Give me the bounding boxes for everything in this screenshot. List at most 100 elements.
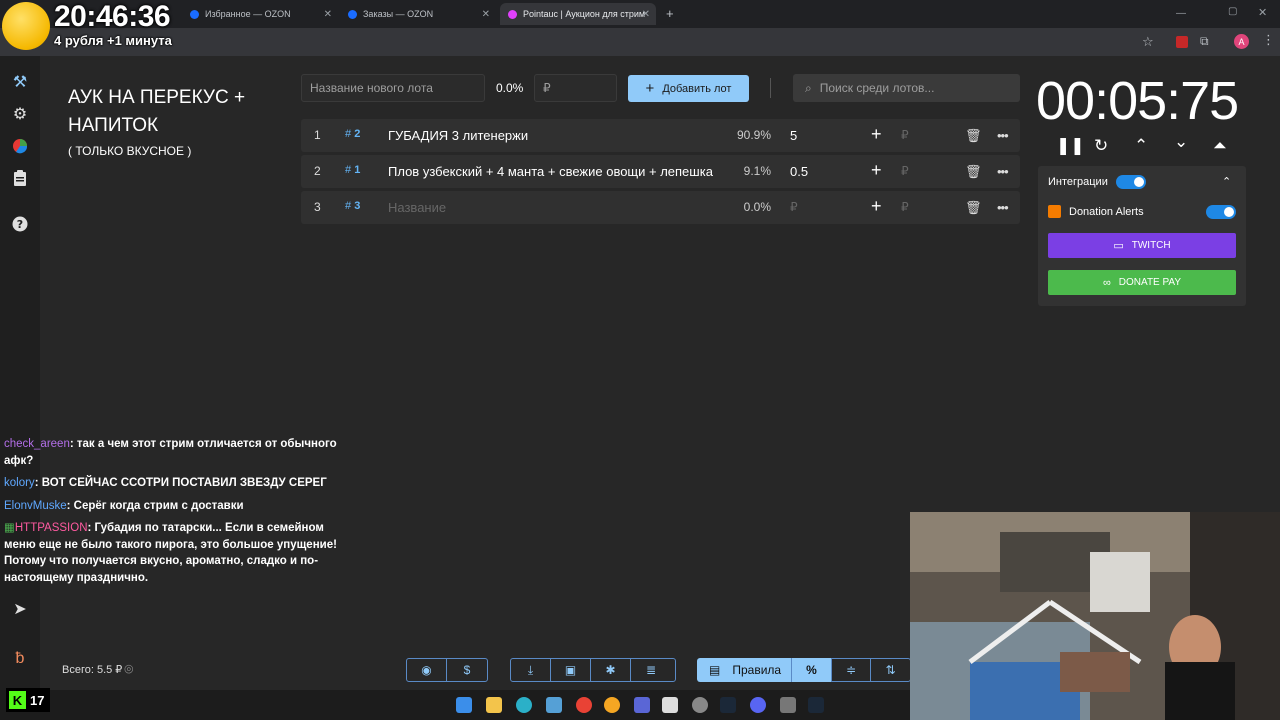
lot-name[interactable]: ГУБАДИЯ 3 литенержи bbox=[388, 128, 723, 143]
lot-row: 1 # 2 ГУБАДИЯ 3 литенержи 90.9% 5 + ₽ 🗑 … bbox=[301, 119, 1020, 152]
pie-chart-icon[interactable] bbox=[10, 136, 30, 156]
chrome-icon[interactable] bbox=[576, 697, 592, 713]
ruble-input[interactable]: ₽ bbox=[901, 128, 909, 142]
chevron-down-icon[interactable]: ⌄ bbox=[1174, 132, 1188, 152]
new-tab-button[interactable]: + bbox=[666, 6, 674, 21]
steam-alt-icon[interactable] bbox=[808, 697, 824, 713]
page-subtitle: ( ТОЛЬКО ВКУСНОЕ ) bbox=[68, 144, 192, 158]
lot-amount[interactable]: 5 bbox=[790, 128, 797, 143]
download-icon[interactable]: ⤓ bbox=[511, 659, 551, 681]
close-icon[interactable]: ✕ bbox=[642, 9, 650, 20]
lot-row: 3 # 3 Название 0.0% ₽ + ₽ 🗑 ••• bbox=[301, 191, 1020, 224]
puzzle-icon[interactable]: ⧉ bbox=[1200, 34, 1209, 49]
telegram-icon[interactable]: ➤ bbox=[10, 599, 30, 619]
kebab-menu-icon[interactable]: ⋮ bbox=[1262, 32, 1275, 48]
overlay-clock: 20:46:36 bbox=[54, 0, 171, 33]
trash-icon[interactable]: 🗑 bbox=[965, 200, 982, 216]
chat-text: Серёг когда стрим с доставки bbox=[73, 499, 244, 512]
github-icon[interactable]: ◉ bbox=[407, 659, 447, 681]
search-icon: ⌕ bbox=[805, 80, 812, 95]
close-icon[interactable]: ✕ bbox=[324, 9, 332, 20]
pause-icon[interactable]: ❚❚ bbox=[1056, 136, 1085, 156]
clipboard-icon[interactable] bbox=[10, 168, 30, 188]
close-icon[interactable]: ✕ bbox=[482, 9, 490, 20]
tab-pointauc[interactable]: Pointauc | Аукцион для стриме ✕ bbox=[500, 3, 656, 25]
chevron-up-icon[interactable]: ⌃ bbox=[1134, 136, 1148, 156]
more-icon[interactable]: ••• bbox=[997, 164, 1009, 179]
more-icon[interactable]: ••• bbox=[997, 128, 1009, 143]
percent-button[interactable]: % bbox=[791, 658, 831, 682]
settings-icon[interactable]: ⚙ bbox=[10, 104, 30, 124]
auction-icon[interactable]: ⚒ bbox=[10, 72, 30, 92]
star-icon[interactable]: ☆ bbox=[1142, 34, 1154, 50]
new-lot-name-input[interactable]: Название нового лота bbox=[301, 74, 485, 102]
lot-amount[interactable]: ₽ bbox=[790, 200, 798, 214]
add-amount-icon[interactable]: + bbox=[871, 124, 882, 145]
double-chevron-up-icon[interactable]: ⏶ bbox=[1213, 136, 1227, 156]
tab-ozon-orders[interactable]: Заказы — OZON ✕ bbox=[340, 3, 496, 25]
sort-icon[interactable]: ⇅ bbox=[871, 659, 910, 681]
lot-id: # 3 bbox=[345, 200, 361, 212]
minimize-icon[interactable]: — bbox=[1176, 8, 1186, 19]
settings-app-icon[interactable] bbox=[692, 697, 708, 713]
app-icon[interactable] bbox=[662, 697, 678, 713]
trash-icon[interactable]: 🗑 bbox=[965, 164, 982, 180]
lot-number: 3 bbox=[314, 200, 321, 214]
donation-alerts-label: Donation Alerts bbox=[1069, 206, 1144, 218]
stats-icon[interactable] bbox=[634, 697, 650, 713]
new-lot-amount-input[interactable]: ₽ bbox=[534, 74, 617, 102]
compress-icon[interactable]: ≑ bbox=[832, 659, 872, 681]
twitch-button[interactable]: ▭ TWITCH bbox=[1048, 233, 1236, 258]
discord-icon[interactable] bbox=[750, 697, 766, 713]
donation-alerts-toggle[interactable] bbox=[1206, 205, 1236, 219]
lot-id: # 2 bbox=[345, 128, 361, 140]
new-lot-percent: 0.0% bbox=[496, 81, 524, 95]
maximize-icon[interactable]: ▢ bbox=[1228, 6, 1237, 17]
chat-username: HTTPASSION bbox=[14, 522, 88, 534]
bug-icon[interactable]: ✱ bbox=[591, 659, 631, 681]
clear-list-icon[interactable]: ≣ bbox=[631, 659, 671, 681]
windows-start-icon[interactable] bbox=[456, 697, 472, 713]
tab-ozon-favorites[interactable]: Избранное — OZON ✕ bbox=[182, 3, 338, 25]
profile-avatar[interactable]: A bbox=[1234, 34, 1249, 49]
tab-label: Избранное — OZON bbox=[205, 9, 291, 19]
ozon-icon bbox=[190, 9, 199, 19]
edge-icon[interactable] bbox=[516, 697, 532, 713]
total-amount: Всего: 5.5 ₽ bbox=[62, 664, 123, 676]
lot-id: # 1 bbox=[345, 164, 361, 176]
add-lot-button[interactable]: + Добавить лот bbox=[628, 75, 749, 102]
calculator-icon[interactable] bbox=[780, 697, 796, 713]
obs-icon[interactable] bbox=[604, 697, 620, 713]
extension-icon[interactable] bbox=[1176, 36, 1188, 48]
boosty-icon[interactable]: ƀ bbox=[10, 649, 30, 669]
telegram-app-icon[interactable] bbox=[546, 697, 562, 713]
help-icon[interactable]: ? bbox=[10, 214, 30, 234]
steam-icon[interactable] bbox=[720, 697, 736, 713]
ruble-input[interactable]: ₽ bbox=[901, 164, 909, 178]
more-icon[interactable]: ••• bbox=[997, 200, 1009, 215]
save-icon[interactable]: ▣ bbox=[551, 659, 591, 681]
overlay-subtitle: 4 рубля +1 минута bbox=[54, 33, 172, 48]
add-amount-icon[interactable]: + bbox=[871, 160, 882, 181]
hide-eye-icon[interactable]: ◎ bbox=[124, 662, 134, 675]
collapse-icon[interactable]: ⌃ bbox=[1222, 175, 1231, 188]
lot-amount[interactable]: 0.5 bbox=[790, 164, 808, 179]
restart-icon[interactable]: ↻ bbox=[1094, 136, 1108, 156]
add-amount-icon[interactable]: + bbox=[871, 196, 882, 217]
donation-alerts-icon bbox=[1048, 205, 1061, 218]
trash-icon[interactable]: 🗑 bbox=[965, 128, 982, 144]
twitch-icon: ▭ bbox=[1113, 240, 1124, 252]
lot-row: 2 # 1 Плов узбекский + 4 манта + свежие … bbox=[301, 155, 1020, 188]
donatepay-button[interactable]: ∞ DONATE PAY bbox=[1048, 270, 1236, 295]
search-input[interactable]: ⌕ Поиск среди лотов... bbox=[793, 74, 1020, 102]
browser-tab-bar: Избранное — OZON ✕ Заказы — OZON ✕ Point… bbox=[0, 0, 1280, 28]
chat-message: kolory: ВОТ СЕЙЧАС ССОТРИ ПОСТАВИЛ ЗВЕЗД… bbox=[4, 477, 327, 489]
file-explorer-icon[interactable] bbox=[486, 697, 502, 713]
close-window-icon[interactable]: ✕ bbox=[1258, 6, 1267, 19]
dollar-icon[interactable]: $ bbox=[447, 659, 487, 681]
ruble-input[interactable]: ₽ bbox=[901, 200, 909, 214]
integrations-toggle[interactable] bbox=[1116, 175, 1146, 189]
chat-text: ВОТ СЕЙЧАС ССОТРИ ПОСТАВИЛ ЗВЕЗДУ СЕРЕГ bbox=[41, 477, 327, 489]
lot-name[interactable]: Плов узбекский + 4 манта + свежие овощи … bbox=[388, 164, 719, 179]
lot-name[interactable]: Название bbox=[388, 200, 723, 215]
